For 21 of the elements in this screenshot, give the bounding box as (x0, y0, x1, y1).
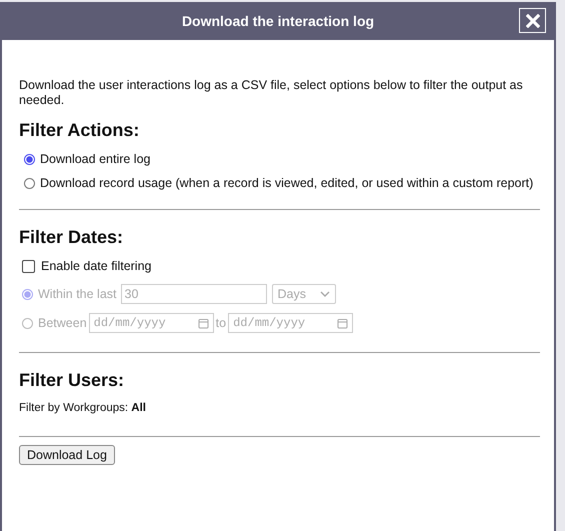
calendar-icon (198, 318, 209, 328)
connector-label: to (216, 316, 226, 330)
close-icon (526, 14, 540, 28)
chevron-icon (320, 291, 330, 297)
radio-button[interactable] (24, 178, 35, 189)
option-label: Download entire log (40, 152, 150, 166)
radio-button[interactable] (24, 154, 35, 165)
download-button[interactable]: Download Log (19, 445, 115, 465)
section-heading: Filter Dates: (19, 227, 124, 248)
window-title: Download the interaction log (182, 13, 374, 29)
checkbox-label: Enable date filtering (41, 259, 152, 273)
calendar-icon (337, 318, 348, 328)
section-heading: Filter Actions: (19, 120, 140, 141)
workgroups-text: Filter by Workgroups: All (19, 402, 147, 414)
option-label: Between (38, 316, 87, 330)
close-button[interactable] (519, 8, 546, 33)
section-heading: Filter Users: (19, 370, 126, 391)
option-label: Within the last (38, 287, 117, 301)
intro-text: Download the user interactions log as a CSV file, select options below to filter the output as needed. (19, 78, 524, 108)
option-label: Download record usage (when a record is viewed, edited, or used within a custom report) (40, 176, 534, 190)
checkbox[interactable] (22, 260, 35, 272)
